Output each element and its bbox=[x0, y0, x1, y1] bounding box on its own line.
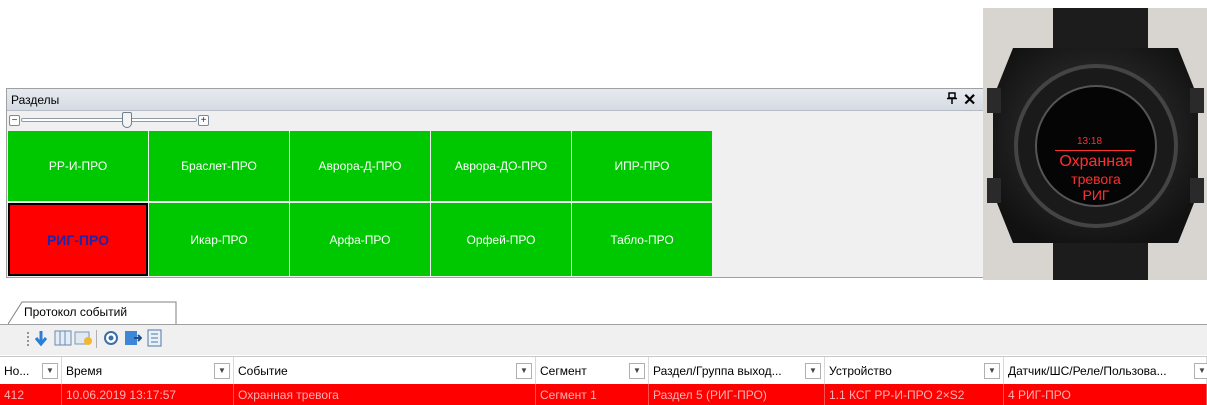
filter-icon[interactable]: ▼ bbox=[1194, 363, 1207, 379]
column-section[interactable]: Раздел/Группа выход... ▼ bbox=[649, 357, 825, 385]
section-tile-alarm[interactable]: РИГ-ПРО bbox=[8, 203, 148, 276]
section-tile[interactable]: Табло-ПРО bbox=[572, 203, 712, 276]
zoom-out-button[interactable]: − bbox=[9, 115, 20, 126]
down-arrow-icon[interactable] bbox=[32, 329, 50, 347]
column-label: Устройство bbox=[829, 364, 892, 378]
panel-title: Разделы bbox=[11, 93, 60, 107]
section-tile[interactable]: ИПР-ПРО bbox=[572, 131, 712, 201]
zoom-track[interactable] bbox=[21, 118, 197, 122]
section-tile[interactable]: Аврора-ДО-ПРО bbox=[431, 131, 571, 201]
sections-panel: Разделы ✕ − + РР-И-ПРО Браслет-ПРО Аврор… bbox=[6, 88, 989, 278]
watch-message-line1: Охранная bbox=[1059, 153, 1133, 170]
section-tile[interactable]: Арфа-ПРО bbox=[290, 203, 430, 276]
watch-photo: 13:18 Охранная тревога РИГ bbox=[983, 8, 1207, 280]
settings-icon[interactable] bbox=[146, 329, 164, 347]
section-tile[interactable]: Аврора-Д-ПРО bbox=[290, 131, 430, 201]
cell-time: 10.06.2019 13:17:57 bbox=[62, 384, 234, 405]
cell-sensor: 4 РИГ-ПРО bbox=[1004, 384, 1207, 405]
cell-device: 1.1 КСГ РР-И-ПРО 2×S2 bbox=[825, 384, 1004, 405]
column-label: Но... bbox=[4, 364, 30, 378]
tab-label: Протокол событий bbox=[24, 305, 128, 319]
toolbar-separator bbox=[96, 330, 97, 348]
cell-segment: Сегмент 1 bbox=[536, 384, 649, 405]
filter-icon[interactable]: ▼ bbox=[516, 363, 532, 379]
zoom-slider[interactable]: − + bbox=[7, 111, 988, 129]
section-tile[interactable]: Орфей-ПРО bbox=[431, 203, 571, 276]
column-label: Время bbox=[66, 364, 103, 378]
cell-number: 412 bbox=[0, 384, 62, 405]
close-icon[interactable]: ✕ bbox=[963, 90, 976, 110]
filter-icon[interactable]: ▼ bbox=[805, 363, 821, 379]
column-number[interactable]: Но... ▼ bbox=[0, 357, 62, 385]
watch-divider bbox=[1055, 150, 1135, 151]
record-icon[interactable] bbox=[102, 329, 120, 347]
column-segment[interactable]: Сегмент ▼ bbox=[536, 357, 649, 385]
protocol-toolbar-strip bbox=[0, 324, 1207, 355]
watch-message-line3: РИГ bbox=[1082, 187, 1110, 203]
cell-event: Охранная тревога bbox=[234, 384, 536, 405]
cell-section: Раздел 5 (РИГ-ПРО) bbox=[649, 384, 825, 405]
panel-header: Разделы ✕ bbox=[7, 89, 988, 111]
filter-icon[interactable]: ▼ bbox=[42, 363, 58, 379]
table-row[interactable]: 412 10.06.2019 13:17:57 Охранная тревога… bbox=[0, 384, 1207, 405]
clear-icon[interactable] bbox=[74, 329, 92, 347]
column-label: Сегмент bbox=[540, 364, 587, 378]
export-icon[interactable] bbox=[124, 329, 143, 347]
column-event[interactable]: Событие ▼ bbox=[234, 357, 536, 385]
column-device[interactable]: Устройство ▼ bbox=[825, 357, 1004, 385]
section-tile[interactable]: РР-И-ПРО bbox=[8, 131, 148, 201]
filter-icon[interactable]: ▼ bbox=[214, 363, 230, 379]
column-time[interactable]: Время ▼ bbox=[62, 357, 234, 385]
column-label: Событие bbox=[238, 364, 288, 378]
zoom-thumb[interactable] bbox=[121, 112, 132, 128]
events-grid-header: Но... ▼ Время ▼ Событие ▼ Сегмент ▼ Разд… bbox=[0, 356, 1207, 386]
filter-icon[interactable]: ▼ bbox=[984, 363, 1000, 379]
section-tile-grid: РР-И-ПРО Браслет-ПРО Аврора-Д-ПРО Аврора… bbox=[8, 131, 713, 277]
column-label: Датчик/ШС/Реле/Пользова... bbox=[1008, 364, 1167, 378]
pin-icon[interactable] bbox=[947, 92, 957, 108]
column-label: Раздел/Группа выход... bbox=[653, 364, 782, 378]
watch-time: 13:18 bbox=[1077, 136, 1103, 147]
column-sensor[interactable]: Датчик/ШС/Реле/Пользова... ▼ bbox=[1004, 357, 1207, 385]
watch-message-line2: тревога bbox=[1071, 171, 1121, 187]
columns-icon[interactable] bbox=[54, 329, 72, 347]
section-tile[interactable]: Икар-ПРО bbox=[149, 203, 289, 276]
section-tile[interactable]: Браслет-ПРО bbox=[149, 131, 289, 201]
filter-icon[interactable]: ▼ bbox=[629, 363, 645, 379]
tab-protocol[interactable]: Протокол событий bbox=[8, 301, 178, 325]
zoom-in-button[interactable]: + bbox=[198, 115, 209, 126]
